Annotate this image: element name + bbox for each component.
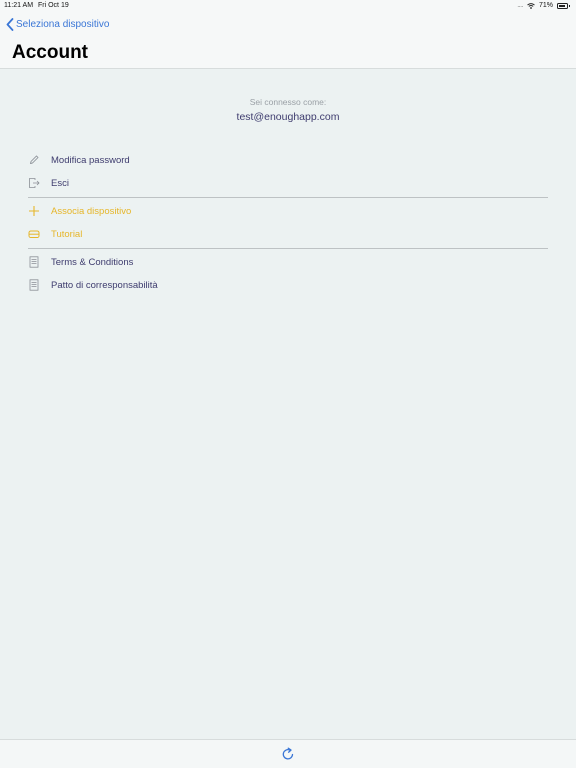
- wifi-icon: [527, 2, 535, 9]
- refresh-icon: [282, 747, 294, 760]
- divider: [28, 197, 548, 198]
- battery-percent: 71%: [538, 2, 553, 9]
- status-indicators: .... 71%: [517, 2, 570, 9]
- status-bar: 11:21 AM Fri Oct 19 .... 71%: [0, 0, 576, 12]
- agreement-item[interactable]: Patto di corresponsabilità: [28, 276, 158, 294]
- navigation-bar: Seleziona dispositivo Account: [0, 12, 576, 69]
- terms-label: Terms & Conditions: [51, 256, 134, 268]
- agreement-label: Patto di corresponsabilità: [51, 279, 158, 291]
- account-screen: 11:21 AM Fri Oct 19 .... 71% Seleziona d…: [0, 0, 576, 768]
- status-time: 11:21 AM: [4, 2, 34, 9]
- divider: [28, 248, 548, 249]
- terms-item[interactable]: Terms & Conditions: [28, 253, 133, 271]
- change-password-label: Modifica password: [51, 154, 130, 166]
- tutorial-item[interactable]: Tutorial: [28, 225, 82, 243]
- back-button[interactable]: Seleziona dispositivo: [6, 18, 109, 31]
- battery-icon: [557, 2, 570, 9]
- change-password-item[interactable]: Modifica password: [28, 151, 130, 169]
- document-icon: [28, 256, 40, 268]
- logout-icon: [28, 177, 40, 189]
- back-button-label: Seleziona dispositivo: [16, 19, 110, 30]
- pencil-icon: [28, 154, 40, 166]
- refresh-button[interactable]: [281, 747, 295, 761]
- chevron-left-icon: [6, 18, 14, 31]
- page-title: Account: [12, 42, 88, 63]
- logout-label: Esci: [51, 177, 69, 189]
- pair-device-label: Associa dispositivo: [51, 205, 132, 217]
- tutorial-label: Tutorial: [51, 228, 83, 240]
- logout-item[interactable]: Esci: [28, 174, 69, 192]
- account-email: test@enoughapp.com: [236, 111, 340, 123]
- signal-icon: ....: [517, 2, 523, 9]
- document-icon: [28, 279, 40, 291]
- plus-icon: [28, 205, 40, 217]
- bottom-toolbar: [0, 739, 576, 768]
- connected-as-label: Sei connesso come:: [249, 97, 327, 107]
- pair-device-item[interactable]: Associa dispositivo: [28, 202, 131, 220]
- tutorial-icon: [28, 228, 40, 240]
- status-date: Fri Oct 19: [38, 2, 69, 9]
